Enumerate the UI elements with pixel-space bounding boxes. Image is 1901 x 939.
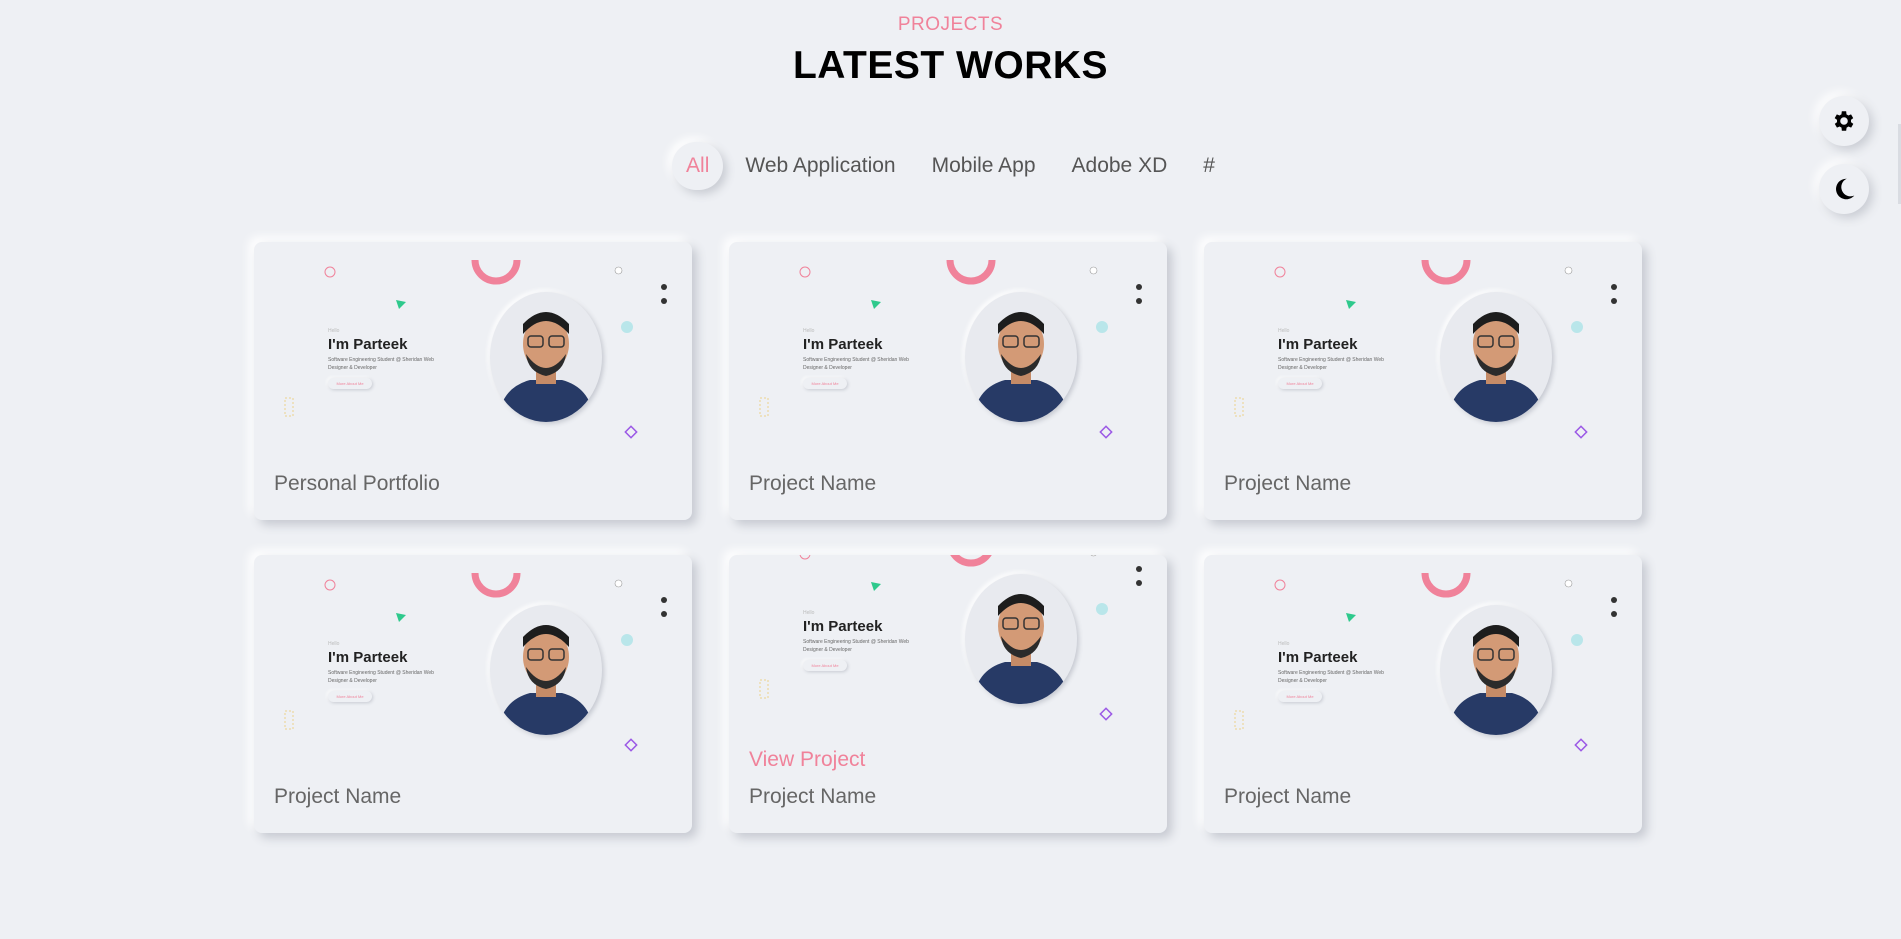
preview-decorations (284, 572, 667, 752)
preview-decorations (759, 555, 1142, 721)
project-card[interactable]: Hello I'm Parteek Software Engineering S… (1204, 242, 1642, 520)
preview-greeting: Hello (1278, 328, 1290, 334)
profile-photo (1440, 292, 1552, 422)
gear-icon (1834, 111, 1854, 131)
preview-greeting: Hello (328, 328, 340, 334)
preview-button: More About Me (1278, 378, 1322, 389)
view-project-link[interactable]: View Project (749, 748, 865, 772)
project-filters: All Web Application Mobile App Adobe XD … (0, 142, 1901, 190)
filter-adobe-xd[interactable]: Adobe XD (1058, 142, 1182, 190)
preview-decorations (1234, 259, 1617, 439)
project-card[interactable]: Hello I'm Parteek Software Engineering S… (254, 555, 692, 833)
filter-hash[interactable]: # (1189, 142, 1229, 190)
project-name: Project Name (1224, 785, 1352, 808)
profile-photo (965, 292, 1077, 422)
preview-greeting: Hello (803, 328, 815, 334)
preview-description: Software Engineering Student @ Sheridan … (328, 357, 434, 371)
project-card[interactable]: Hello I'm Parteek Software Engineering S… (254, 242, 692, 520)
project-card[interactable]: Hello I'm Parteek Software Engineering S… (729, 555, 1167, 833)
preview-button: More About Me (328, 691, 372, 702)
preview-button: More About Me (328, 378, 372, 389)
preview-description: Software Engineering Student @ Sheridan … (1278, 357, 1384, 371)
preview-description: Software Engineering Student @ Sheridan … (1278, 670, 1384, 684)
preview-description: Software Engineering Student @ Sheridan … (803, 639, 909, 653)
preview-button: More About Me (1278, 691, 1322, 702)
filter-all[interactable]: All (672, 142, 724, 190)
section-kicker: PROJECTS (897, 14, 1004, 35)
project-preview: Hello I'm Parteek Software Engineering S… (729, 242, 1167, 452)
preview-greeting: Hello (328, 641, 340, 647)
moon-icon (1836, 178, 1855, 200)
preview-decorations (759, 259, 1142, 439)
profile-photo (490, 292, 602, 422)
project-preview: Hello I'm Parteek Software Engineering S… (1204, 555, 1642, 765)
preview-greeting: Hello (1278, 641, 1290, 647)
preview-name: I'm Parteek (803, 336, 883, 353)
preview-button: More About Me (803, 378, 847, 389)
project-preview: Hello I'm Parteek Software Engineering S… (729, 555, 1167, 734)
project-name: Project Name (749, 472, 877, 495)
project-preview: Hello I'm Parteek Software Engineering S… (254, 242, 692, 452)
project-card[interactable]: Hello I'm Parteek Software Engineering S… (729, 242, 1167, 520)
project-name: Project Name (749, 785, 877, 808)
project-card[interactable]: Hello I'm Parteek Software Engineering S… (1204, 555, 1642, 833)
projects-grid: Hello I'm Parteek Software Engineering S… (254, 242, 1644, 842)
preview-name: I'm Parteek (1278, 336, 1358, 353)
project-preview: Hello I'm Parteek Software Engineering S… (1204, 242, 1642, 452)
project-name: Project Name (1224, 472, 1352, 495)
preview-description: Software Engineering Student @ Sheridan … (328, 670, 434, 684)
preview-decorations (1234, 572, 1617, 752)
project-name: Project Name (274, 785, 402, 808)
preview-name: I'm Parteek (803, 618, 883, 635)
preview-name: I'm Parteek (1278, 649, 1358, 666)
filter-web-application[interactable]: Web Application (731, 142, 909, 190)
preview-description: Software Engineering Student @ Sheridan … (803, 357, 909, 371)
profile-photo (1440, 605, 1552, 735)
settings-button[interactable] (1819, 96, 1869, 146)
preview-decorations (284, 259, 667, 439)
preview-name: I'm Parteek (328, 336, 408, 353)
preview-greeting: Hello (803, 610, 815, 616)
project-preview: Hello I'm Parteek Software Engineering S… (254, 555, 692, 765)
profile-photo (490, 605, 602, 735)
project-name: Personal Portfolio (274, 472, 440, 495)
section-title: LATEST WORKS (792, 44, 1109, 87)
preview-name: I'm Parteek (328, 649, 408, 666)
theme-toggle-button[interactable] (1819, 164, 1869, 214)
projects-section: PROJECTS LATEST WORKS All Web Applicatio… (0, 0, 1901, 939)
profile-photo (965, 574, 1077, 704)
preview-button: More About Me (803, 660, 847, 671)
filter-mobile-app[interactable]: Mobile App (918, 142, 1050, 190)
